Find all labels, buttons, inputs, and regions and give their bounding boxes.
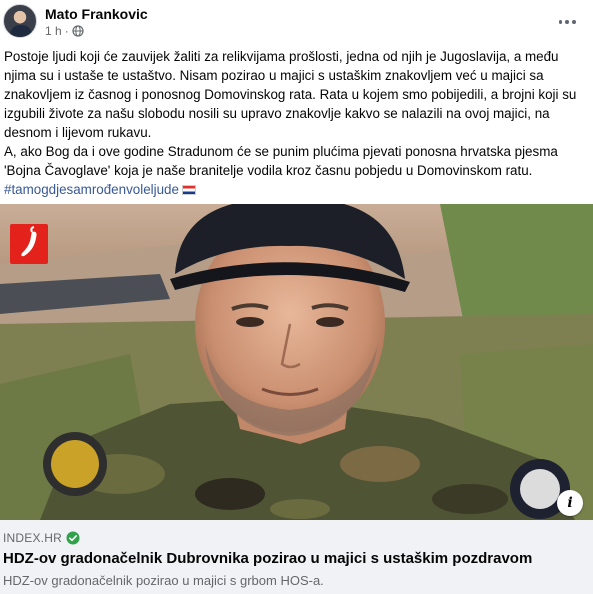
globe-icon[interactable]	[72, 25, 84, 37]
post-header: Mato Frankovic 1 h ·	[0, 0, 593, 42]
more-options-icon[interactable]	[557, 12, 577, 32]
link-preview[interactable]: INDEX.HR HDZ-ov gradonačelnik Dubrovnika…	[0, 520, 593, 594]
post-text: Postoje ljudi koji će zauvijek žaliti za…	[4, 47, 590, 199]
author-name[interactable]: Mato Frankovic	[45, 6, 148, 22]
post-text-line: Postoje ljudi koji će zauvijek žaliti za…	[4, 49, 559, 64]
post-text-line: 'Bojna Čavoglave' koja je naše branitelj…	[4, 163, 533, 178]
info-icon[interactable]: i	[557, 490, 583, 516]
post-time[interactable]: 1 h	[45, 24, 62, 38]
photo-illustration	[0, 204, 593, 520]
post-text-line: desnom i lijevom rukavu.	[4, 125, 152, 140]
post-text-line: A, ako Bog da i ove godine Stradunom će …	[4, 144, 558, 159]
hashtag-line: #tamogdjesamrođenvoleljude	[4, 180, 590, 199]
post-photo[interactable]: i	[0, 204, 593, 520]
index-hr-chili-logo	[10, 224, 48, 264]
post-meta: 1 h ·	[45, 24, 84, 38]
meta-separator: ·	[64, 24, 69, 38]
post-text-line: znakovljem iz časnog i ponosnog Domovins…	[4, 87, 577, 102]
verified-check-icon	[66, 531, 80, 545]
post-text-line: njima su i ustaše te ustaštvo. Nisam poz…	[4, 68, 544, 83]
author-avatar[interactable]	[3, 4, 37, 38]
croatia-flag-icon	[181, 185, 196, 195]
link-subtitle: HDZ-ov gradonačelnik pozirao u majici s …	[3, 573, 324, 588]
link-domain-row: INDEX.HR	[3, 531, 80, 545]
link-title[interactable]: HDZ-ov gradonačelnik Dubrovnika pozirao …	[3, 550, 532, 567]
post-text-line: izgubili živote za našu slobodu nosili s…	[4, 106, 550, 121]
hashtag-link[interactable]: #tamogdjesamrođenvoleljude	[4, 182, 179, 197]
link-domain: INDEX.HR	[3, 531, 62, 545]
